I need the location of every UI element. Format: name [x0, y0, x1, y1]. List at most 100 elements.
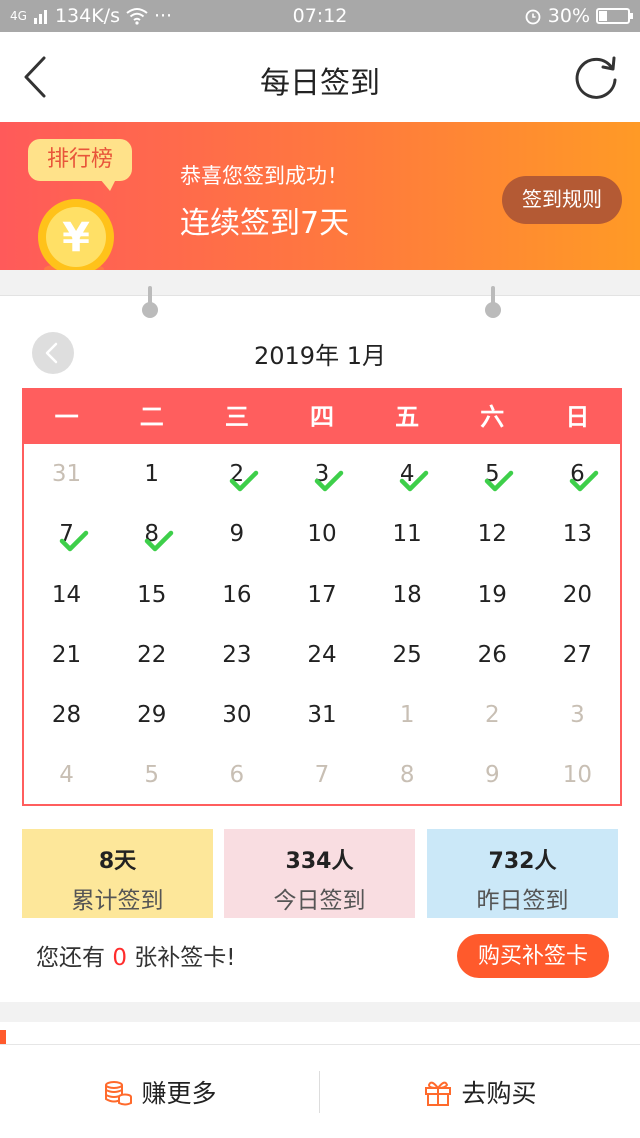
checkin-rules-button[interactable]: 签到规则: [502, 176, 622, 224]
leaderboard-tag[interactable]: 排行榜: [28, 139, 132, 191]
stat-value: 334人: [285, 849, 354, 874]
stat-value: 732人: [488, 849, 557, 874]
calendar-day[interactable]: 9: [194, 504, 279, 564]
calendar-day[interactable]: 12: [450, 504, 535, 564]
calendar-day[interactable]: 14: [24, 565, 109, 625]
calendar-day[interactable]: 16: [194, 565, 279, 625]
weekday-label: 四: [309, 403, 334, 431]
day-number: 15: [137, 581, 167, 608]
calendar-day[interactable]: 13: [535, 504, 620, 564]
svg-text:¥: ¥: [62, 215, 90, 261]
tab-go-buy[interactable]: 去购买: [320, 1045, 640, 1138]
checkmark-icon: [485, 470, 514, 492]
day-number: 23: [222, 641, 252, 668]
calendar-day[interactable]: 20: [535, 565, 620, 625]
day-number: 18: [392, 581, 422, 608]
calendar-day: 5: [109, 745, 194, 805]
day-number: 10: [562, 762, 593, 789]
calendar-day-checked[interactable]: 4: [365, 444, 450, 504]
day-number: 27: [562, 641, 593, 668]
tab-earn-more[interactable]: 赚更多: [0, 1045, 320, 1138]
day-number: 13: [562, 521, 593, 548]
calendar-day-checked[interactable]: 8: [109, 504, 194, 564]
calendar-day[interactable]: 1: [109, 444, 194, 504]
calendar-day[interactable]: 15: [109, 565, 194, 625]
weekday-label: 三: [224, 403, 249, 431]
calendar-day[interactable]: 29: [109, 685, 194, 745]
calendar-day[interactable]: 10: [279, 504, 364, 564]
day-number: 22: [137, 641, 167, 668]
refresh-icon[interactable]: [572, 52, 622, 102]
calendar-day-checked[interactable]: 7: [24, 504, 109, 564]
calendar-week-row: 14 15 16 17 18 19 20: [24, 565, 620, 625]
calendar-day-checked[interactable]: 3: [279, 444, 364, 504]
checkmark-icon: [144, 531, 173, 552]
checkin-banner: 排行榜 ¥ 恭喜您签到成功！ 连续签到7天 签到规则: [0, 122, 640, 270]
day-number: 6: [229, 762, 245, 789]
battery-icon: [596, 8, 633, 24]
day-number: 16: [222, 581, 252, 608]
day-number: 30: [222, 702, 252, 729]
calendar-day[interactable]: 19: [450, 565, 535, 625]
checkin-success-message: 恭喜您签到成功！: [180, 164, 348, 188]
calendar-day[interactable]: 26: [450, 625, 535, 685]
calendar-day: 6: [194, 745, 279, 805]
day-number: 24: [307, 641, 337, 668]
makeup-prefix: 您还有: [36, 945, 113, 971]
day-number: 14: [51, 581, 82, 608]
stat-label: 累计签到: [71, 888, 164, 914]
calendar-day[interactable]: 22: [109, 625, 194, 685]
makeup-card-note: 您还有 0 张补签卡!: [36, 938, 235, 972]
calendar-day: 3: [535, 685, 620, 745]
hanger-pin: [485, 286, 501, 318]
weekday-label: 日: [565, 403, 590, 431]
calendar-grid: 一二三四五六日 31 1 2 3 4 5 6 7 8 9 10 11 12 13 14 15 16 17 18 19 2…: [22, 388, 622, 806]
calendar-day[interactable]: 28: [24, 685, 109, 745]
calendar-day[interactable]: 21: [24, 625, 109, 685]
buy-makeup-card-button[interactable]: 购买补签卡: [457, 934, 609, 978]
checkmark-icon: [314, 470, 344, 492]
day-number: 10: [307, 521, 337, 548]
calendar-week-row: 31 1 2 3 4 5 6: [24, 444, 620, 504]
weekday-header: 一二三四五六日: [24, 390, 620, 444]
calendar-week-row: 7 8 9 10 11 12 13: [24, 504, 620, 564]
day-number: 1: [399, 702, 415, 729]
day-number: 20: [562, 581, 593, 608]
bottom-bar: 赚更多 去购买: [0, 1044, 640, 1138]
calendar-day[interactable]: 31: [279, 685, 364, 745]
calendar-day[interactable]: 11: [365, 504, 450, 564]
checkmark-icon: [570, 470, 599, 492]
weekday-label: 二: [139, 403, 164, 431]
day-number: 1: [144, 461, 160, 487]
day-number: 28: [51, 702, 82, 729]
day-number: 3: [570, 702, 585, 729]
checkmark-icon: [59, 531, 88, 552]
checkmark-icon: [399, 470, 429, 492]
calendar-day[interactable]: 25: [365, 625, 450, 685]
weekday-label: 五: [395, 403, 420, 431]
day-number: 19: [477, 581, 507, 608]
coin-stack-icon: [105, 1081, 133, 1106]
day-number: 8: [399, 762, 415, 789]
stat-value: 8天: [98, 849, 137, 874]
calendar-day[interactable]: 18: [365, 565, 450, 625]
header: 每日签到: [0, 32, 640, 122]
calendar-day: 8: [365, 745, 450, 805]
stat-label: 今日签到: [273, 888, 366, 914]
hanger-pin: [142, 286, 158, 318]
calendar-day-checked[interactable]: 6: [535, 444, 620, 504]
calendar-day: 9: [450, 745, 535, 805]
calendar-day-checked[interactable]: 5: [450, 444, 535, 504]
stat-total-checkins: 8天 累计签到: [22, 829, 213, 918]
calendar-day[interactable]: 17: [279, 565, 364, 625]
calendar-day[interactable]: 24: [279, 625, 364, 685]
month-title: 2019年 1月: [254, 342, 386, 370]
checkmark-icon: [229, 470, 259, 492]
day-number: 26: [477, 641, 507, 668]
weekday-label: 六: [480, 403, 505, 431]
calendar-day: 4: [24, 745, 109, 805]
calendar-day[interactable]: 23: [194, 625, 279, 685]
calendar-day[interactable]: 27: [535, 625, 620, 685]
calendar-day-checked[interactable]: 2: [194, 444, 279, 504]
calendar-day[interactable]: 30: [194, 685, 279, 745]
